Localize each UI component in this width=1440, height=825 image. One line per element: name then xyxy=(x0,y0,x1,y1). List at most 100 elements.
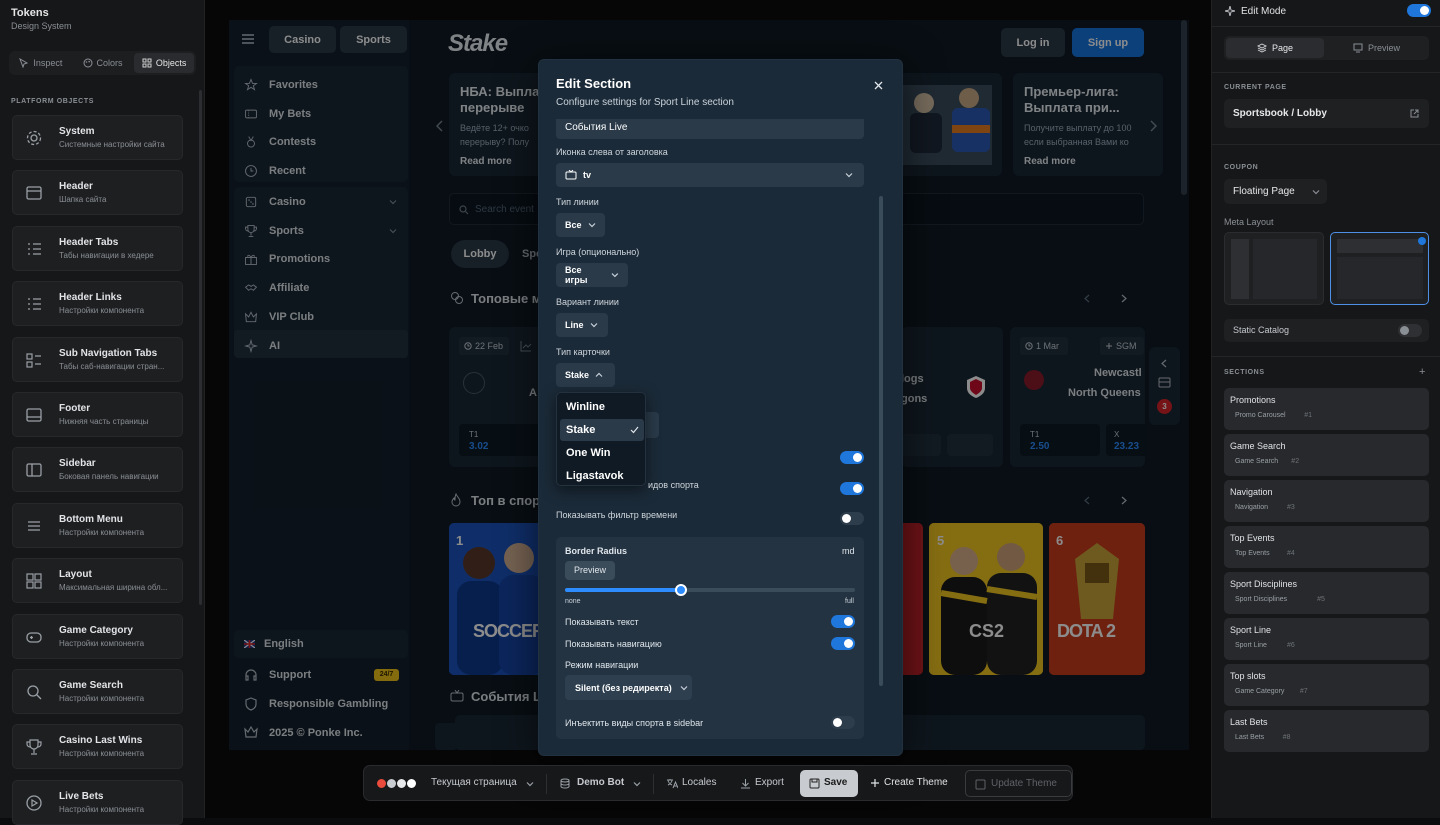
layers-icon xyxy=(1257,43,1267,53)
modal-scrollbar[interactable] xyxy=(879,196,883,686)
object-card-footer[interactable]: Footer Нижняя часть страницы xyxy=(12,392,183,437)
object-name: Bottom Menu xyxy=(59,513,123,525)
time-filter-label: Показывать фильтр времени xyxy=(556,510,678,520)
coupon-value: Floating Page xyxy=(1233,186,1295,197)
section-number: #8 xyxy=(1282,734,1291,741)
gear-icon xyxy=(25,129,43,147)
bot-selector[interactable]: Demo Bot xyxy=(577,777,624,788)
list-icon xyxy=(25,295,43,313)
toggle-inject[interactable] xyxy=(831,716,855,729)
close-icon[interactable] xyxy=(874,81,883,90)
layout-option-2[interactable] xyxy=(1330,232,1429,305)
chevron-down-icon xyxy=(526,782,534,787)
tab-inspect[interactable]: Inspect xyxy=(11,53,71,73)
sidebar-icon xyxy=(25,461,43,479)
card-type-dropdown: Winline Stake One Win Ligastavok xyxy=(556,392,646,486)
inject-label: Инъектить виды спорта в sidebar xyxy=(565,718,704,728)
object-card-sub-navigation-tabs[interactable]: Sub Navigation Tabs Табы саб-навигации ст… xyxy=(12,336,183,382)
divider xyxy=(1212,72,1440,73)
layout-option-1[interactable] xyxy=(1224,232,1324,305)
toggle-show-text[interactable] xyxy=(831,615,855,628)
divider xyxy=(653,774,654,794)
create-theme-button[interactable]: Create Theme xyxy=(884,777,948,788)
object-card-bottom-menu[interactable]: Bottom Menu Настройки компонента xyxy=(12,502,183,548)
layout-thumb-sidebar xyxy=(1231,239,1249,299)
tab-objects[interactable]: Objects xyxy=(134,53,195,73)
static-catalog-row[interactable]: Static Catalog xyxy=(1224,319,1429,342)
toggle-show-nav[interactable] xyxy=(831,637,855,650)
object-card-live-bets[interactable]: Live Bets Настройки компонента xyxy=(12,779,183,825)
section-card-4[interactable]: Top Events Top Events #4 xyxy=(1224,526,1429,568)
icon-field-label: Иконка слева от заголовка xyxy=(556,147,668,157)
toggle-1[interactable] xyxy=(840,451,864,464)
tv-icon xyxy=(565,170,577,180)
option-winline[interactable]: Winline xyxy=(566,401,605,413)
game-select[interactable]: Все игры xyxy=(556,263,628,287)
section-title-input[interactable]: События Live xyxy=(556,119,864,139)
variant-select[interactable]: Line xyxy=(556,313,608,337)
modal-subtitle: Configure settings for Sport Line sectio… xyxy=(556,97,734,108)
object-card-game-category[interactable]: Game Category Настройки компонента xyxy=(12,613,183,659)
card-type-value: Stake xyxy=(565,370,590,380)
locales-button[interactable]: Locales xyxy=(682,777,716,788)
section-title: Top slots xyxy=(1230,671,1266,681)
external-link-icon[interactable] xyxy=(1410,109,1419,118)
section-card-6[interactable]: Sport Line Sport Line #6 xyxy=(1224,618,1429,660)
export-button[interactable]: Export xyxy=(755,777,784,788)
icon-select[interactable]: tv xyxy=(556,163,864,187)
object-card-system[interactable]: System Системные настройки сайта xyxy=(12,115,183,160)
show-nav-label: Показывать навигацию xyxy=(565,639,662,649)
object-card-header-links[interactable]: Header Links Настройки компонента xyxy=(12,281,183,327)
meta-layout-label: Meta Layout xyxy=(1224,217,1274,227)
section-card-1[interactable]: Promotions Promo Carousel #1 xyxy=(1224,388,1429,430)
section-tag: Game Category xyxy=(1235,688,1285,695)
current-page-selector[interactable]: Текущая страница xyxy=(431,777,517,788)
option-ligastavok[interactable]: Ligastavok xyxy=(566,470,623,482)
left-scrollbar[interactable] xyxy=(199,90,202,605)
update-theme-button[interactable]: Update Theme xyxy=(965,770,1072,797)
export-icon xyxy=(741,779,750,789)
slider-max-label: full xyxy=(845,598,854,605)
section-card-5[interactable]: Sport Disciplines Sport Disciplines #5 xyxy=(1224,572,1429,614)
divider xyxy=(1212,144,1440,145)
current-page-heading: CURRENT PAGE xyxy=(1224,84,1287,91)
card-type-select[interactable]: Stake xyxy=(556,363,615,387)
section-card-7[interactable]: Top slots Game Category #7 xyxy=(1224,664,1429,706)
object-name: Game Category xyxy=(59,624,133,636)
section-number: #3 xyxy=(1287,504,1295,511)
chevron-down-icon xyxy=(611,273,619,278)
static-catalog-toggle[interactable] xyxy=(1398,324,1422,337)
object-card-sidebar[interactable]: Sidebar Боковая панель навигации xyxy=(12,447,183,493)
tab-preview-label: Preview xyxy=(1368,43,1401,53)
tab-colors[interactable]: Colors xyxy=(73,53,133,73)
object-card-header-tabs[interactable]: Header Tabs Табы навигации в хедере xyxy=(12,225,183,271)
theme-color-dots[interactable] xyxy=(376,778,436,789)
section-card-3[interactable]: Navigation Navigation #3 xyxy=(1224,480,1429,522)
brand-title: Tokens xyxy=(11,7,49,19)
section-card-2[interactable]: Game Search Game Search #2 xyxy=(1224,434,1429,476)
update-theme-label: Update Theme xyxy=(991,778,1057,789)
footer-icon xyxy=(25,406,43,424)
tab-page[interactable]: Page xyxy=(1226,38,1324,58)
tab-preview[interactable]: Preview xyxy=(1328,38,1426,58)
section-card-8[interactable]: Last Bets Last Bets #8 xyxy=(1224,710,1429,752)
border-radius-value: md xyxy=(842,546,855,556)
option-one-win[interactable]: One Win xyxy=(566,447,611,459)
radius-slider[interactable] xyxy=(565,584,855,596)
toggle-time-filter[interactable] xyxy=(840,512,864,525)
toggle-sports[interactable] xyxy=(840,482,864,495)
current-page-field[interactable]: Sportsbook / Lobby xyxy=(1224,99,1429,128)
radius-slider-handle[interactable] xyxy=(675,584,687,596)
object-card-header[interactable]: Header Шапка сайта xyxy=(12,170,183,216)
line-type-select[interactable]: Все xyxy=(556,213,605,237)
object-desc: Максимальная ширина обл... xyxy=(59,583,168,593)
edit-mode-toggle[interactable] xyxy=(1407,4,1431,17)
nav-mode-select[interactable]: Silent (без редиректа) xyxy=(565,675,692,700)
coupon-select[interactable]: Floating Page xyxy=(1224,179,1327,204)
object-card-game-search[interactable]: Game Search Настройки компонента xyxy=(12,669,183,714)
object-card-casino-last-wins[interactable]: Casino Last Wins Настройки компонента xyxy=(12,724,183,770)
option-stake[interactable]: Stake xyxy=(560,419,644,441)
save-button[interactable]: Save xyxy=(800,770,858,797)
object-card-layout[interactable]: Layout Максимальная ширина обл... xyxy=(12,558,183,604)
add-section-button[interactable]: + xyxy=(1419,366,1425,378)
